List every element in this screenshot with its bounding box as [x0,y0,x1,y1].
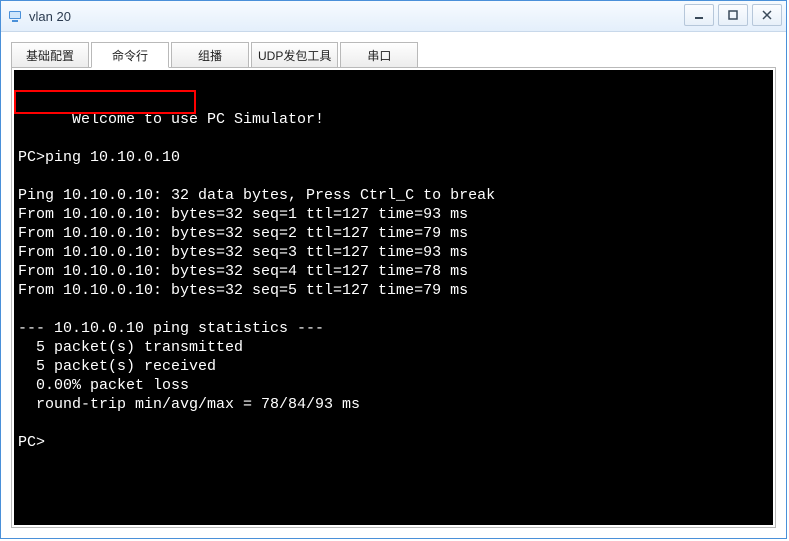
tab-basic-config[interactable]: 基础配置 [11,42,89,68]
command-highlight-box [14,90,196,114]
tab-label: 组播 [198,47,222,64]
maximize-button[interactable] [718,4,748,26]
titlebar[interactable]: vlan 20 [1,1,786,32]
minimize-button[interactable] [684,4,714,26]
window-controls [684,4,782,26]
close-button[interactable] [752,4,782,26]
tab-udp-tool[interactable]: UDP发包工具 [251,42,338,68]
tab-cli[interactable]: 命令行 [91,42,169,68]
terminal[interactable]: Welcome to use PC Simulator! PC>ping 10.… [14,70,773,525]
terminal-container: Welcome to use PC Simulator! PC>ping 10.… [11,68,776,528]
tab-label: UDP发包工具 [258,47,331,64]
tab-label: 命令行 [112,47,148,64]
content-area: 基础配置 命令行 组播 UDP发包工具 串口 Welcome to use PC… [1,32,786,538]
tab-multicast[interactable]: 组播 [171,42,249,68]
tab-label: 串口 [367,47,391,64]
app-window: vlan 20 基础配置 命令行 组播 UDP发包工具 [0,0,787,539]
tab-strip: 基础配置 命令行 组播 UDP发包工具 串口 [11,42,776,68]
app-icon [7,8,23,24]
tab-serial[interactable]: 串口 [340,42,418,68]
tab-label: 基础配置 [26,47,74,64]
window-title: vlan 20 [29,9,71,24]
